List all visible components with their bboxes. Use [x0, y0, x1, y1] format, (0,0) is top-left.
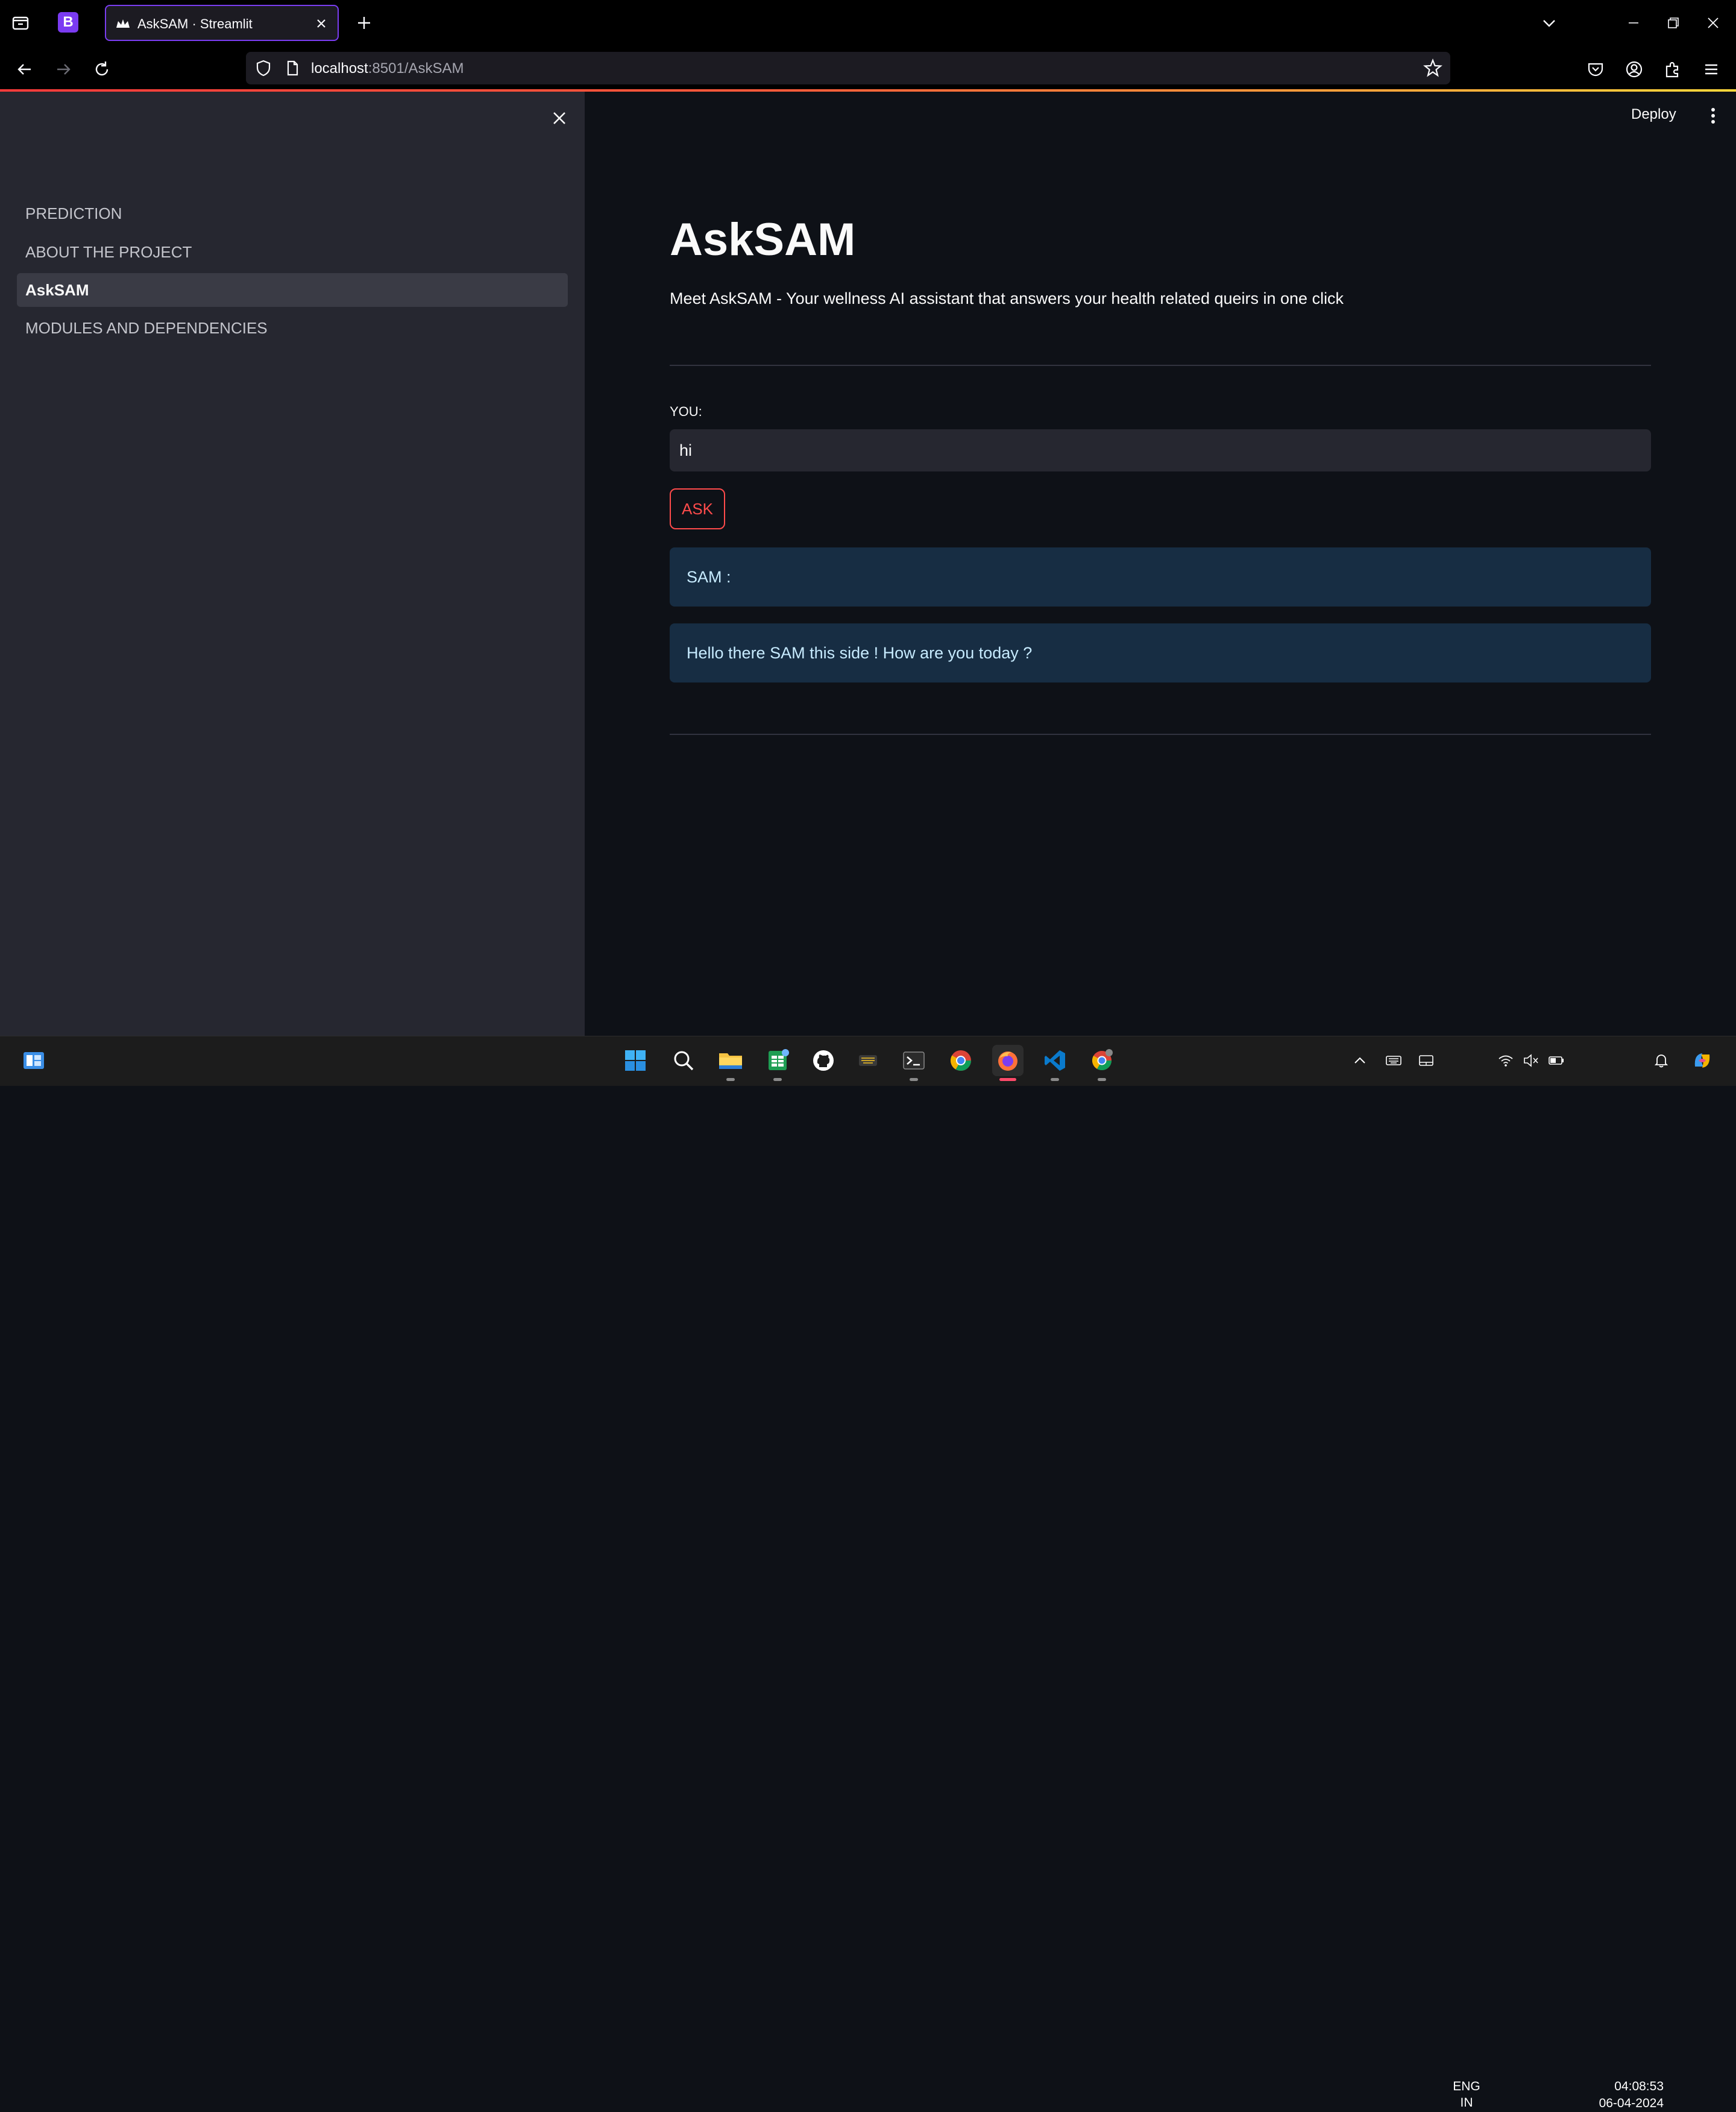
language-indicator[interactable]: ENG IN [1447, 2078, 1486, 2111]
more-options-icon[interactable] [1701, 104, 1725, 128]
clock-date: 06-04-2024 [1599, 2096, 1664, 2110]
pinned-tab-icon[interactable]: B [58, 12, 78, 33]
start-windows-icon[interactable] [620, 1045, 651, 1076]
chevron-up-icon[interactable] [1344, 1045, 1376, 1076]
copilot-icon[interactable] [1687, 1045, 1718, 1076]
file-explorer-icon[interactable] [715, 1045, 746, 1081]
sidebar-item-modules[interactable]: MODULES AND DEPENDENCIES [17, 311, 568, 345]
back-icon[interactable] [12, 57, 37, 82]
browser-tab-bar: B AskSAM · Streamlit [0, 0, 1736, 47]
tracking-protection-icon[interactable] [254, 59, 272, 77]
menu-icon[interactable] [1699, 57, 1724, 82]
sidebar-item-prediction[interactable]: PREDICTION [17, 197, 568, 230]
divider [670, 365, 1651, 366]
notification-bell-icon[interactable] [1646, 1045, 1677, 1076]
running-indicator [910, 1078, 918, 1081]
terminal-icon[interactable] [898, 1045, 929, 1081]
ask-button[interactable]: ASK [670, 488, 725, 529]
restore-icon[interactable] [1661, 11, 1685, 35]
reload-icon[interactable] [89, 57, 115, 82]
widgets-icon[interactable] [18, 1045, 49, 1076]
clock-time: 04:08:53 [1614, 2079, 1664, 2093]
question-input[interactable] [670, 429, 1651, 471]
touchpad-icon[interactable] [1410, 1045, 1442, 1076]
language-code: ENG [1453, 2079, 1480, 2093]
active-indicator [999, 1078, 1016, 1081]
extensions-icon[interactable] [1660, 57, 1685, 82]
sidebar-item-asksam[interactable]: AskSAM [17, 273, 568, 307]
search-icon[interactable] [668, 1045, 699, 1076]
tab-title: AskSAM · Streamlit [137, 16, 253, 31]
running-indicator [773, 1078, 782, 1081]
sidebar: PREDICTION ABOUT THE PROJECT AskSAM MODU… [0, 92, 585, 1036]
chrome-icon[interactable] [945, 1045, 976, 1076]
running-indicator [726, 1078, 735, 1081]
forward-icon[interactable] [51, 57, 76, 82]
taskbar: ENG IN 04:08:53 06-04-2024 [0, 1036, 1736, 2110]
minimize-icon[interactable] [1621, 11, 1646, 35]
running-indicator [1051, 1078, 1059, 1081]
account-icon[interactable] [1621, 57, 1647, 82]
close-tab-icon[interactable] [312, 14, 330, 33]
page-title: AskSAM [670, 214, 856, 265]
firefox-view-icon[interactable] [8, 11, 33, 35]
response-label: SAM : [670, 547, 1651, 607]
url-path: :8501/AskSAM [368, 60, 464, 77]
keyboard-app-icon[interactable] [852, 1045, 884, 1076]
deploy-button[interactable]: Deploy [1631, 106, 1676, 123]
response-message: Hello there SAM this side ! How are you … [670, 623, 1651, 682]
vscode-icon[interactable] [1039, 1045, 1071, 1081]
github-icon[interactable] [808, 1045, 839, 1076]
streamlit-crown-icon [115, 16, 131, 33]
address-bar[interactable]: localhost:8501/AskSAM [246, 52, 1450, 84]
active-tab[interactable]: AskSAM · Streamlit [105, 5, 339, 41]
sheets-app-icon[interactable] [762, 1045, 793, 1081]
url-host: localhost [311, 60, 368, 77]
page-info-icon[interactable] [283, 59, 301, 77]
region-code: IN [1460, 2096, 1473, 2110]
new-tab-icon[interactable] [352, 11, 376, 35]
keyboard-icon[interactable] [1378, 1045, 1409, 1076]
close-sidebar-icon[interactable] [547, 106, 571, 130]
window-close-icon[interactable] [1701, 11, 1725, 35]
bookmark-star-icon[interactable] [1423, 58, 1443, 78]
sidebar-item-about[interactable]: ABOUT THE PROJECT [17, 235, 568, 269]
url-text[interactable]: localhost:8501/AskSAM [311, 60, 464, 77]
firefox-icon[interactable] [992, 1045, 1024, 1081]
divider [670, 734, 1651, 735]
clock[interactable]: 04:08:53 06-04-2024 [1567, 2078, 1664, 2112]
battery-icon[interactable] [1541, 1045, 1572, 1076]
page-subtitle: Meet AskSAM - Your wellness AI assistant… [670, 289, 1344, 307]
chevron-down-icon[interactable] [1537, 11, 1561, 35]
running-indicator [1098, 1078, 1106, 1081]
chrome-profile-icon[interactable] [1086, 1045, 1118, 1081]
input-label: YOU: [670, 404, 702, 419]
pocket-icon[interactable] [1583, 57, 1608, 82]
